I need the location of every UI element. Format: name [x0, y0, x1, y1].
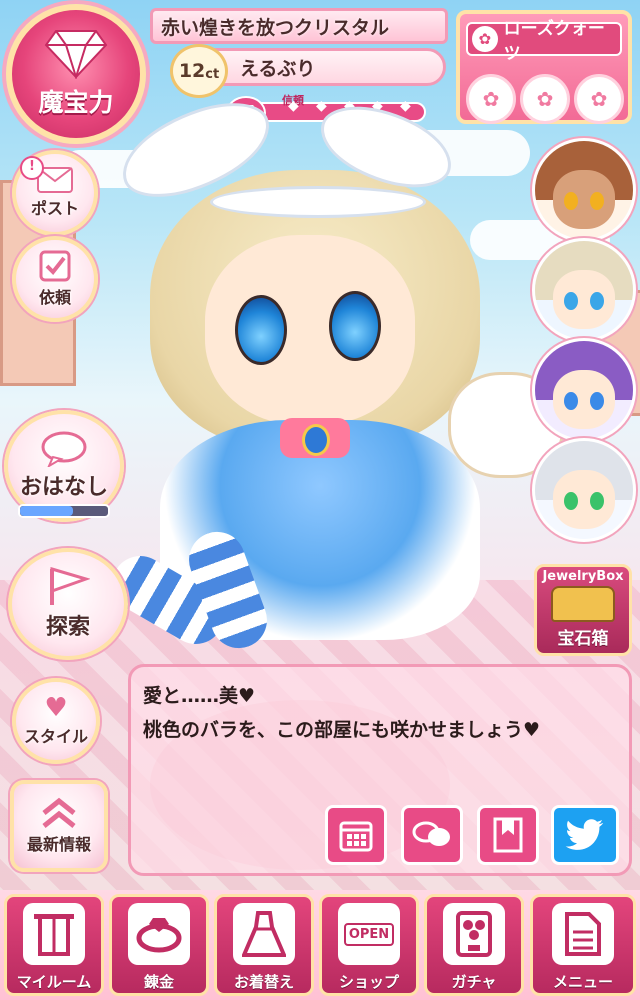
news-button[interactable]: 最新情報 — [10, 780, 108, 872]
jewelry-box-title: JewelryBox — [542, 569, 624, 584]
post-button[interactable]: ! ポスト — [12, 150, 98, 236]
nav-dress-up[interactable]: お着替え — [214, 894, 314, 996]
post-label: ポスト — [30, 199, 79, 218]
document-icon — [552, 903, 614, 965]
carat-value: 12 — [178, 60, 206, 82]
magic-power-label: 魔宝力 — [38, 88, 114, 117]
nav-my-room[interactable]: マイルーム — [4, 894, 104, 996]
bottom-navigation: マイルーム 錬金 お着替え OPEN ショップ ガチャ メニュー — [0, 890, 640, 1000]
flag-icon — [50, 567, 90, 605]
chat-icon — [412, 821, 450, 846]
rose-slot[interactable]: ✿ — [520, 74, 570, 124]
dialog-text: 桃色のバラを、この部屋にも咲かせましょう♥ — [143, 719, 541, 741]
request-label: 依頼 — [38, 288, 71, 307]
nav-label: 錬金 — [143, 973, 174, 991]
jewel-name-bar: 赤い煌きを放つクリスタル — [150, 8, 448, 44]
jewelry-box-label: 宝石箱 — [557, 629, 609, 649]
magic-power-button[interactable]: 魔宝力 — [6, 4, 146, 144]
double-chevron-up-icon — [42, 797, 76, 828]
rose-icon: ✿ — [472, 26, 498, 52]
neck-gem — [302, 424, 330, 456]
twitter-icon — [565, 819, 604, 850]
shop-sign-text: OPEN — [343, 922, 395, 946]
character-portrait[interactable] — [532, 438, 636, 542]
carat-badge: 12 ct — [170, 44, 228, 98]
character-name: えるぶり — [240, 58, 316, 80]
style-button[interactable]: ♥ スタイル — [12, 678, 100, 764]
character-portrait[interactable] — [532, 238, 636, 342]
bookmark-icon — [493, 817, 523, 853]
gacha-icon — [443, 903, 505, 965]
nav-shop[interactable]: OPEN ショップ — [319, 894, 419, 996]
calendar-button[interactable] — [325, 805, 387, 865]
nav-label: マイルーム — [16, 973, 92, 991]
dress-icon — [233, 903, 295, 965]
chat-button[interactable] — [401, 805, 463, 865]
nav-label: メニュー — [552, 973, 613, 991]
nav-gacha[interactable]: ガチャ — [424, 894, 524, 996]
game-screen: 魔宝力 赤い煌きを放つクリスタル 12 ct えるぶり 信頼 ◆ ◆ ◆ ◆ ◆… — [0, 0, 640, 1000]
talk-gauge — [18, 504, 110, 518]
jewelry-box-button[interactable]: JewelryBox 宝石箱 — [534, 564, 632, 656]
rose-slot[interactable]: ✿ — [466, 74, 516, 124]
door-icon — [23, 903, 85, 965]
rose-slot[interactable]: ✿ — [574, 74, 624, 124]
style-label: スタイル — [23, 727, 88, 746]
character-portrait[interactable] — [532, 338, 636, 442]
ring-icon — [128, 903, 190, 965]
nav-alchemy[interactable]: 錬金 — [109, 894, 209, 996]
speech-icon — [41, 431, 87, 467]
nav-label: ショップ — [338, 973, 399, 991]
rose-quartz-label: ローズクォーツ — [503, 19, 605, 64]
trust-gem-icon: ◆ — [400, 98, 411, 114]
headband — [210, 186, 426, 218]
checkbox-icon — [39, 250, 71, 282]
character-face[interactable] — [205, 235, 415, 425]
trust-gem-icon: ◆ — [316, 98, 327, 114]
talk-label: おはなし — [19, 475, 108, 500]
explore-label: 探索 — [45, 615, 90, 640]
diamond-icon — [44, 30, 108, 79]
rose-quartz-panel[interactable]: ✿ ローズクォーツ ✿ ✿ ✿ — [456, 10, 632, 124]
talk-gauge-fill — [20, 506, 73, 516]
request-button[interactable]: 依頼 — [12, 236, 98, 322]
character-eye — [329, 291, 381, 361]
nav-label: ガチャ — [451, 973, 497, 991]
dialog-box[interactable]: 愛と……美♥ 桃色のバラを、この部屋にも咲かせましょう♥ — [128, 664, 632, 876]
notification-badge: ! — [20, 156, 44, 180]
explore-button[interactable]: 探索 — [8, 548, 128, 660]
news-label: 最新情報 — [26, 835, 91, 854]
carat-unit: ct — [205, 66, 220, 82]
calendar-icon — [339, 821, 373, 852]
bookmark-button[interactable] — [477, 805, 539, 865]
nav-menu[interactable]: メニュー — [530, 894, 636, 996]
nav-label: お着替え — [233, 973, 294, 991]
treasure-chest-icon — [551, 586, 615, 622]
trust-gem-icon: ◆ — [288, 98, 299, 114]
heart-icon: ♥ — [44, 693, 68, 723]
twitter-button[interactable] — [551, 805, 619, 865]
dialog-speaker: 愛と……美♥ — [143, 685, 256, 707]
character-eye — [235, 295, 287, 365]
jewel-name: 赤い煌きを放つクリスタル — [161, 16, 390, 39]
character-portrait[interactable] — [532, 138, 636, 242]
shop-sign-icon: OPEN — [338, 903, 400, 965]
rose-quartz-title: ✿ ローズクォーツ — [466, 19, 622, 64]
